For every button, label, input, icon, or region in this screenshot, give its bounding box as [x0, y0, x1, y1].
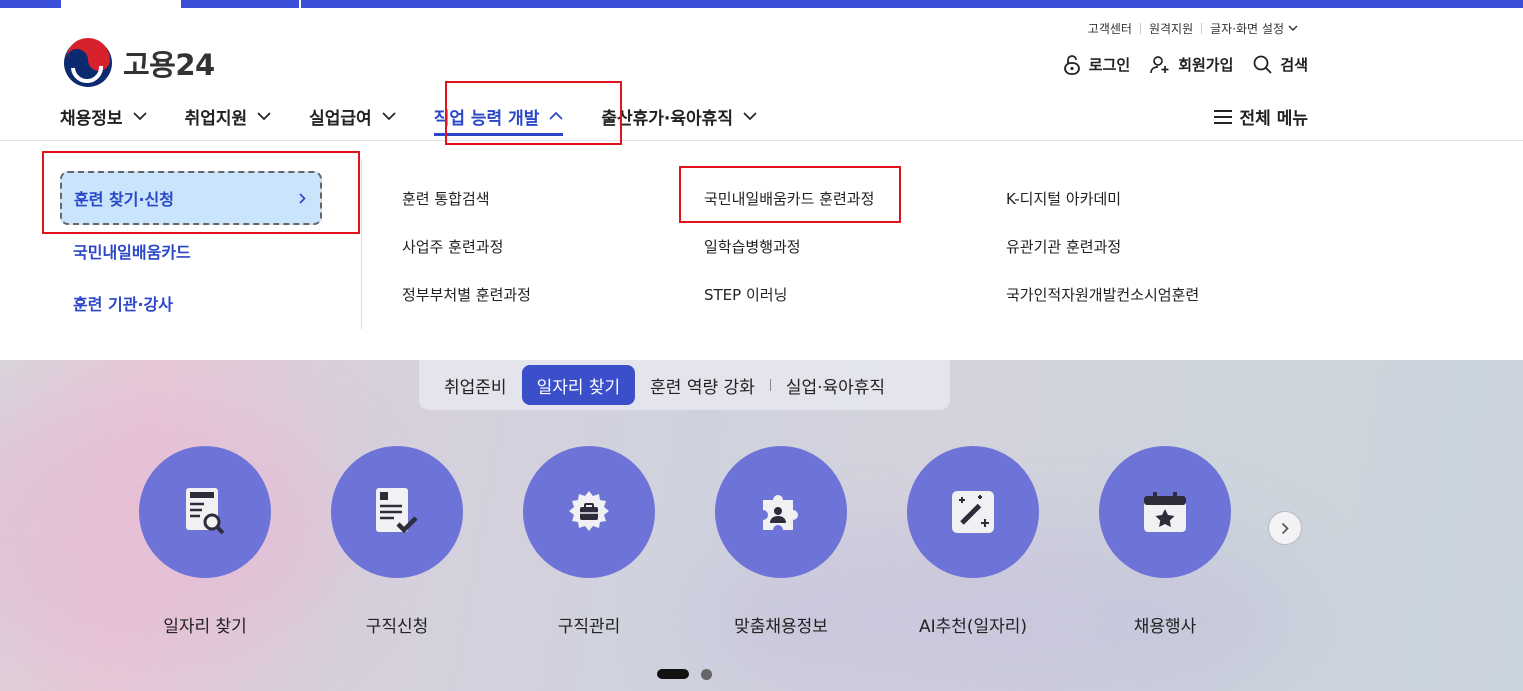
side-item-training-institution[interactable]: 훈련 기관·강사 [73, 291, 173, 315]
annotation-box-submenu [679, 166, 901, 223]
user-plus-icon [1150, 55, 1169, 73]
service-label: 일자리 찾기 [163, 617, 247, 637]
gnb-label: 채용정보 [60, 108, 123, 129]
service-label: 구직신청 [365, 617, 429, 637]
top-accent-tab [61, 0, 181, 8]
main-navigation: 채용정보 취업지원 실업급여 직업 능력 개발 출산휴가·육아휴직 [60, 96, 795, 136]
search-link[interactable]: 검색 [1253, 54, 1308, 75]
account-links: 로그인 회원가입 검색 [1043, 54, 1308, 75]
service-label: 구직관리 [557, 617, 621, 637]
document-search-icon [186, 488, 225, 535]
service-job-search[interactable]: 일자리 찾기 [139, 446, 271, 637]
sub-link-step-elearning[interactable]: STEP 이러닝 [704, 284, 787, 305]
logo-text: 고용24 [123, 48, 215, 82]
all-menu-button[interactable]: 전체 메뉴 [1213, 104, 1308, 129]
tab-unemployment-leave[interactable]: 실업·육아휴직 [771, 365, 900, 405]
chevron-right-icon [1281, 522, 1289, 534]
service-label: 채용행사 [1133, 617, 1197, 637]
carousel-indicator[interactable] [701, 669, 712, 680]
sub-link-integrated-search[interactable]: 훈련 통합검색 [402, 188, 490, 209]
service-circle [715, 446, 847, 578]
search-icon [1253, 55, 1273, 74]
login-label: 로그인 [1088, 56, 1131, 74]
calendar-star-icon [1144, 492, 1186, 532]
gnb-label: 취업지원 [184, 108, 248, 129]
gnb-label: 실업급여 [309, 108, 372, 129]
search-label: 검색 [1280, 56, 1308, 74]
sub-link-consortium-training[interactable]: 국가인적자원개발컨소시엄훈련 [1006, 284, 1199, 305]
utility-links: 고객센터 원격지원 글자·화면 설정 [1080, 20, 1306, 37]
chevron-down-icon [382, 112, 396, 120]
tab-job-prep[interactable]: 취업준비 [429, 365, 522, 405]
service-job-events[interactable]: 채용행사 [1099, 446, 1231, 637]
gnb-item-unemployment-benefits[interactable]: 실업급여 [309, 96, 396, 136]
service-ai-recommend[interactable]: AI추천(일자리) [907, 446, 1039, 637]
login-link[interactable]: 로그인 [1063, 54, 1130, 75]
sub-link-employer-training[interactable]: 사업주 훈련과정 [402, 236, 503, 257]
puzzle-person-icon [763, 495, 798, 530]
service-job-management[interactable]: 구직관리 [523, 446, 655, 637]
tab-job-search[interactable]: 일자리 찾기 [521, 365, 636, 405]
top-accent-separator [299, 0, 301, 8]
lock-icon [1063, 54, 1080, 75]
site-logo[interactable]: 고용24 [63, 38, 215, 88]
gnb-item-employment-support[interactable]: 취업지원 [185, 96, 272, 136]
customer-center-link[interactable]: 고객센터 [1080, 20, 1140, 37]
service-circle [907, 446, 1039, 578]
chevron-down-icon [743, 112, 757, 120]
document-check-icon [376, 488, 418, 534]
side-item-learning-card[interactable]: 국민내일배움카드 [73, 239, 191, 263]
chevron-down-icon [1288, 25, 1298, 32]
sub-link-ministry-training[interactable]: 정부부처별 훈련과정 [402, 284, 531, 305]
taegeuk-logo-icon [64, 38, 112, 87]
display-settings-dropdown[interactable]: 글자·화면 설정 [1202, 20, 1306, 37]
all-menu-label: 전체 메뉴 [1239, 109, 1308, 129]
top-accent-bar [0, 0, 1523, 8]
service-circle [331, 446, 463, 578]
carousel-indicator-active[interactable] [657, 669, 689, 679]
sub-link-k-digital-academy[interactable]: K-디지털 아카데미 [1006, 188, 1121, 209]
annotation-box-side [42, 151, 360, 234]
sub-link-work-study[interactable]: 일학습병행과정 [704, 236, 801, 257]
mega-menu-divider [361, 159, 362, 329]
service-circle [139, 446, 271, 578]
sub-link-related-agency[interactable]: 유관기관 훈련과정 [1006, 236, 1121, 257]
gnb-item-parental-leave[interactable]: 출산휴가·육아휴직 [601, 96, 757, 136]
signup-link[interactable]: 회원가입 [1150, 54, 1233, 75]
hamburger-icon [1213, 109, 1232, 124]
chevron-down-icon [257, 112, 271, 120]
annotation-box-gnb [445, 81, 622, 145]
gnb-item-recruitment[interactable]: 채용정보 [60, 96, 147, 136]
hero-section: 취업준비 일자리 찾기 훈련 역량 강화 실업·육아휴직 일자리 찾기 구직신청… [0, 360, 1523, 691]
gear-briefcase-icon [569, 491, 609, 531]
hero-tabs: 취업준비 일자리 찾기 훈련 역량 강화 실업·육아휴직 [419, 360, 950, 410]
chevron-down-icon [132, 112, 147, 120]
tab-training[interactable]: 훈련 역량 강화 [635, 365, 770, 405]
service-job-application[interactable]: 구직신청 [331, 446, 463, 637]
service-circle [1099, 446, 1231, 578]
display-settings-label: 글자·화면 설정 [1210, 22, 1284, 36]
service-circle [523, 446, 655, 578]
magic-wand-icon [952, 491, 994, 533]
remote-support-link[interactable]: 원격지원 [1141, 20, 1201, 37]
service-label: 맞춤채용정보 [734, 617, 828, 637]
service-custom-recruitment[interactable]: 맞춤채용정보 [715, 446, 847, 637]
signup-label: 회원가입 [1178, 56, 1234, 74]
carousel-next-button[interactable] [1268, 511, 1302, 545]
service-label: AI추천(일자리) [918, 617, 1028, 637]
